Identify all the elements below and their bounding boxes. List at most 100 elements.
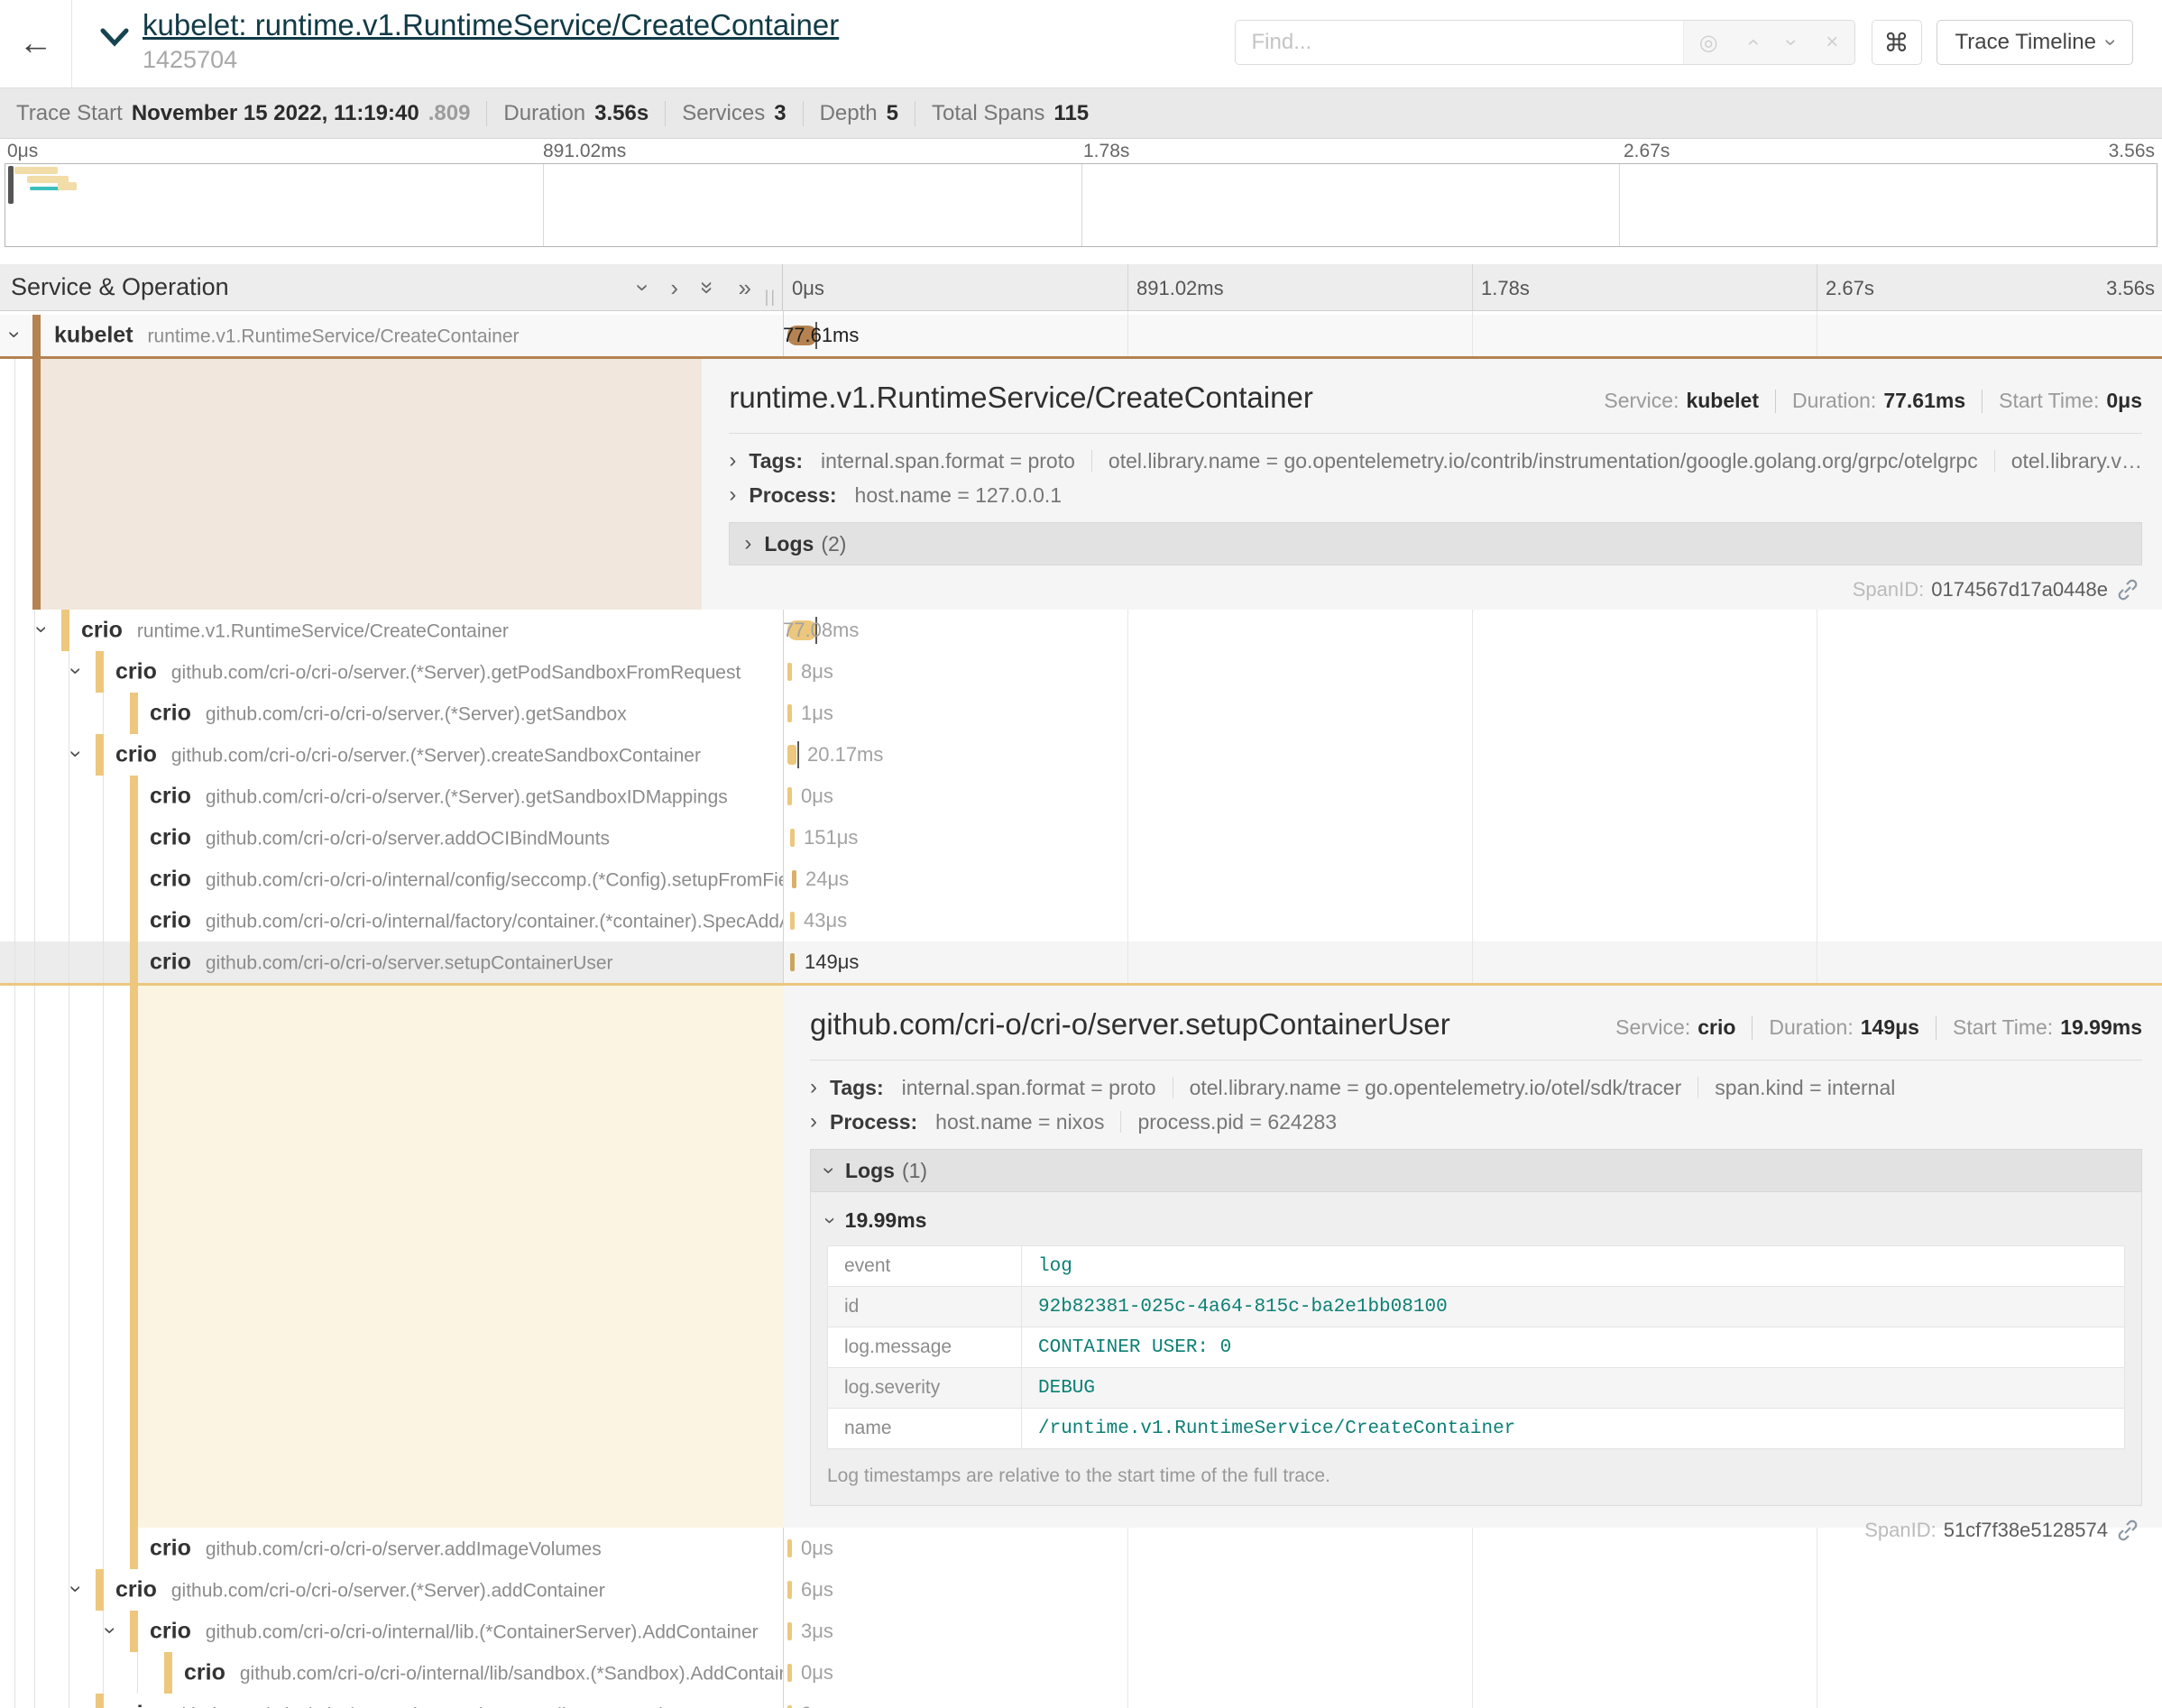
timeline-tick: 891.02ms bbox=[1136, 277, 1224, 300]
logs-accordion-header[interactable]: › Logs(2) bbox=[729, 522, 2142, 565]
span-duration: 0μs bbox=[801, 1661, 833, 1685]
span-duration: 77.61ms bbox=[783, 324, 859, 347]
service-name: crio bbox=[150, 908, 191, 934]
column-resizer-grip[interactable]: || bbox=[765, 288, 777, 307]
service-name: crio bbox=[184, 1660, 225, 1686]
service-name: crio bbox=[150, 701, 191, 727]
span-collapse-icon[interactable]: › bbox=[63, 1585, 88, 1593]
span-collapse-icon[interactable]: › bbox=[97, 1627, 123, 1634]
back-button[interactable]: ← bbox=[0, 0, 72, 87]
spanid-row: SpanID:0174567d17a0448e bbox=[732, 578, 2139, 601]
log-field-value: DEBUG bbox=[1022, 1368, 2125, 1409]
chevron-right-icon: › bbox=[744, 531, 751, 556]
timeline-minimap[interactable]: 0μs 891.02ms 1.78s 2.67s 3.56s bbox=[0, 139, 2162, 250]
find-input[interactable] bbox=[1236, 21, 1683, 64]
trace-view-select[interactable]: Trace Timeline › bbox=[1937, 20, 2134, 65]
span-bar[interactable] bbox=[790, 912, 795, 930]
minimap-tick: 3.56s bbox=[2109, 141, 2155, 162]
service-name: crio bbox=[150, 825, 191, 851]
logs-accordion-header[interactable]: › Logs(1) bbox=[810, 1149, 2142, 1192]
timeline-tick: 2.67s bbox=[1826, 277, 1874, 300]
span-row[interactable]: crio github.com/cri-o/cri-o/internal/con… bbox=[0, 859, 2162, 900]
log-entry-timestamp: 19.99ms bbox=[845, 1208, 927, 1233]
process-accordion[interactable]: › Process: host.name = 127.0.0.1 bbox=[729, 482, 2142, 508]
minimap-viewport-handle[interactable] bbox=[8, 166, 14, 204]
log-field-value: 92b82381-025c-4a64-815c-ba2e1bb08100 bbox=[1022, 1287, 2125, 1327]
tag-item: otel.library.v… bbox=[2011, 449, 2142, 473]
span-row[interactable]: › crio runtime.v1.RuntimeService/CreateC… bbox=[0, 610, 2162, 651]
span-row[interactable]: crio github.com/cri-o/cri-o/internal/lib… bbox=[0, 1652, 2162, 1694]
span-bar[interactable] bbox=[787, 1622, 792, 1640]
operation-name: github.com/cri-o/cri-o/server.addOCIBind… bbox=[206, 829, 610, 850]
collapse-one-icon[interactable]: › bbox=[631, 283, 655, 291]
process-accordion[interactable]: › Process: host.name = nixos process.pid… bbox=[810, 1109, 2142, 1134]
header-toolbar: ◎ › › × ⌘ Trace Timeline › bbox=[1235, 20, 2134, 65]
copy-link-icon[interactable] bbox=[2117, 579, 2139, 601]
span-row[interactable]: › crio github.com/cri-o/cri-o/server.(*S… bbox=[0, 734, 2162, 776]
span-bar[interactable] bbox=[787, 787, 792, 805]
span-row-selected[interactable]: crio github.com/cri-o/cri-o/server.setup… bbox=[0, 941, 2162, 983]
span-bar[interactable] bbox=[787, 1539, 792, 1557]
detail-title: runtime.v1.RuntimeService/CreateContaine… bbox=[729, 381, 1312, 415]
next-match-icon[interactable]: › bbox=[1779, 39, 1804, 46]
collapse-all-icon[interactable]: » bbox=[696, 280, 720, 293]
tags-accordion[interactable]: › Tags: internal.span.format = proto ote… bbox=[810, 1075, 2142, 1100]
tag-item: internal.span.format = proto bbox=[902, 1076, 1156, 1100]
operation-name: github.com/cri-o/cri-o/internal/factory/… bbox=[206, 912, 783, 933]
span-bar[interactable] bbox=[787, 1664, 792, 1682]
log-entry-header[interactable]: › 19.99ms bbox=[811, 1199, 2141, 1242]
span-bar[interactable] bbox=[787, 745, 796, 765]
span-row[interactable]: › kubelet runtime.v1.RuntimeService/Crea… bbox=[0, 315, 2162, 356]
span-list-header: Service & Operation › › » » || 0μs 891.0… bbox=[0, 264, 2162, 311]
operation-name: github.com/cri-o/cri-o/server.(*Server).… bbox=[171, 663, 741, 684]
span-duration: 43μs bbox=[804, 909, 847, 932]
operation-name: github.com/cri-o/cri-o/server.addImageVo… bbox=[206, 1539, 602, 1561]
match-highlight-icon[interactable]: ◎ bbox=[1699, 30, 1718, 56]
process-item: process.pid = 624283 bbox=[1137, 1110, 1337, 1134]
span-collapse-icon[interactable]: › bbox=[63, 750, 88, 758]
service-name: crio bbox=[115, 1577, 157, 1603]
span-row[interactable]: › crio github.com/cri-o/cri-o/server.(*S… bbox=[0, 1569, 2162, 1611]
chevron-right-icon: › bbox=[729, 448, 736, 473]
service-name: crio bbox=[150, 867, 191, 893]
tags-accordion[interactable]: › Tags: internal.span.format = proto ote… bbox=[729, 448, 2142, 473]
span-row[interactable]: crio github.com/cri-o/cri-o/server.(*Ser… bbox=[0, 1694, 2162, 1708]
span-row[interactable]: crio github.com/cri-o/cri-o/server.(*Ser… bbox=[0, 693, 2162, 734]
span-bar[interactable] bbox=[792, 870, 796, 888]
span-row[interactable]: › crio github.com/cri-o/cri-o/internal/l… bbox=[0, 1611, 2162, 1652]
copy-link-icon[interactable] bbox=[2117, 1520, 2139, 1541]
minimap-canvas[interactable] bbox=[5, 163, 2157, 247]
span-bar[interactable] bbox=[787, 704, 792, 722]
span-collapse-icon[interactable]: › bbox=[29, 626, 54, 633]
service-name: crio bbox=[150, 1619, 191, 1645]
collapse-caret-icon[interactable] bbox=[99, 27, 130, 87]
log-field-value: CONTAINER USER: 0 bbox=[1022, 1327, 2125, 1368]
span-duration: 151μs bbox=[804, 826, 858, 849]
span-bar[interactable] bbox=[790, 829, 795, 847]
minimap-ticks: 0μs 891.02ms 1.78s 2.67s 3.56s bbox=[0, 139, 2162, 162]
log-timestamps-note: Log timestamps are relative to the start… bbox=[811, 1449, 2141, 1505]
prev-match-icon[interactable]: › bbox=[1740, 39, 1765, 46]
expand-one-icon[interactable]: › bbox=[670, 276, 678, 299]
span-collapse-icon[interactable]: › bbox=[2, 331, 27, 338]
span-row[interactable]: crio github.com/cri-o/cri-o/internal/fac… bbox=[0, 900, 2162, 941]
span-bar[interactable] bbox=[787, 663, 792, 681]
chevron-right-icon: › bbox=[810, 1109, 817, 1134]
expand-all-icon[interactable]: » bbox=[739, 276, 751, 299]
span-row[interactable]: › crio github.com/cri-o/cri-o/server.(*S… bbox=[0, 651, 2162, 693]
service-name: crio bbox=[150, 784, 191, 810]
span-row[interactable]: crio github.com/cri-o/cri-o/server.(*Ser… bbox=[0, 776, 2162, 817]
span-bar[interactable] bbox=[790, 953, 795, 971]
span-collapse-icon[interactable]: › bbox=[63, 667, 88, 675]
clear-search-icon[interactable]: × bbox=[1826, 30, 1838, 55]
minimap-tick: 1.78s bbox=[1083, 141, 1129, 162]
service-operation-title: Service & Operation bbox=[11, 273, 229, 301]
service-name: crio bbox=[150, 950, 191, 976]
span-duration: 3μs bbox=[801, 1620, 833, 1643]
span-row[interactable]: crio github.com/cri-o/cri-o/server.addOC… bbox=[0, 817, 2162, 859]
operation-name: runtime.v1.RuntimeService/CreateContaine… bbox=[148, 326, 520, 348]
tag-item: span.kind = internal bbox=[1715, 1076, 1895, 1100]
trace-title-link[interactable]: kubelet: runtime.v1.RuntimeService/Creat… bbox=[143, 7, 839, 43]
span-bar[interactable] bbox=[787, 1581, 792, 1599]
keyboard-shortcuts-button[interactable]: ⌘ bbox=[1872, 20, 1922, 65]
